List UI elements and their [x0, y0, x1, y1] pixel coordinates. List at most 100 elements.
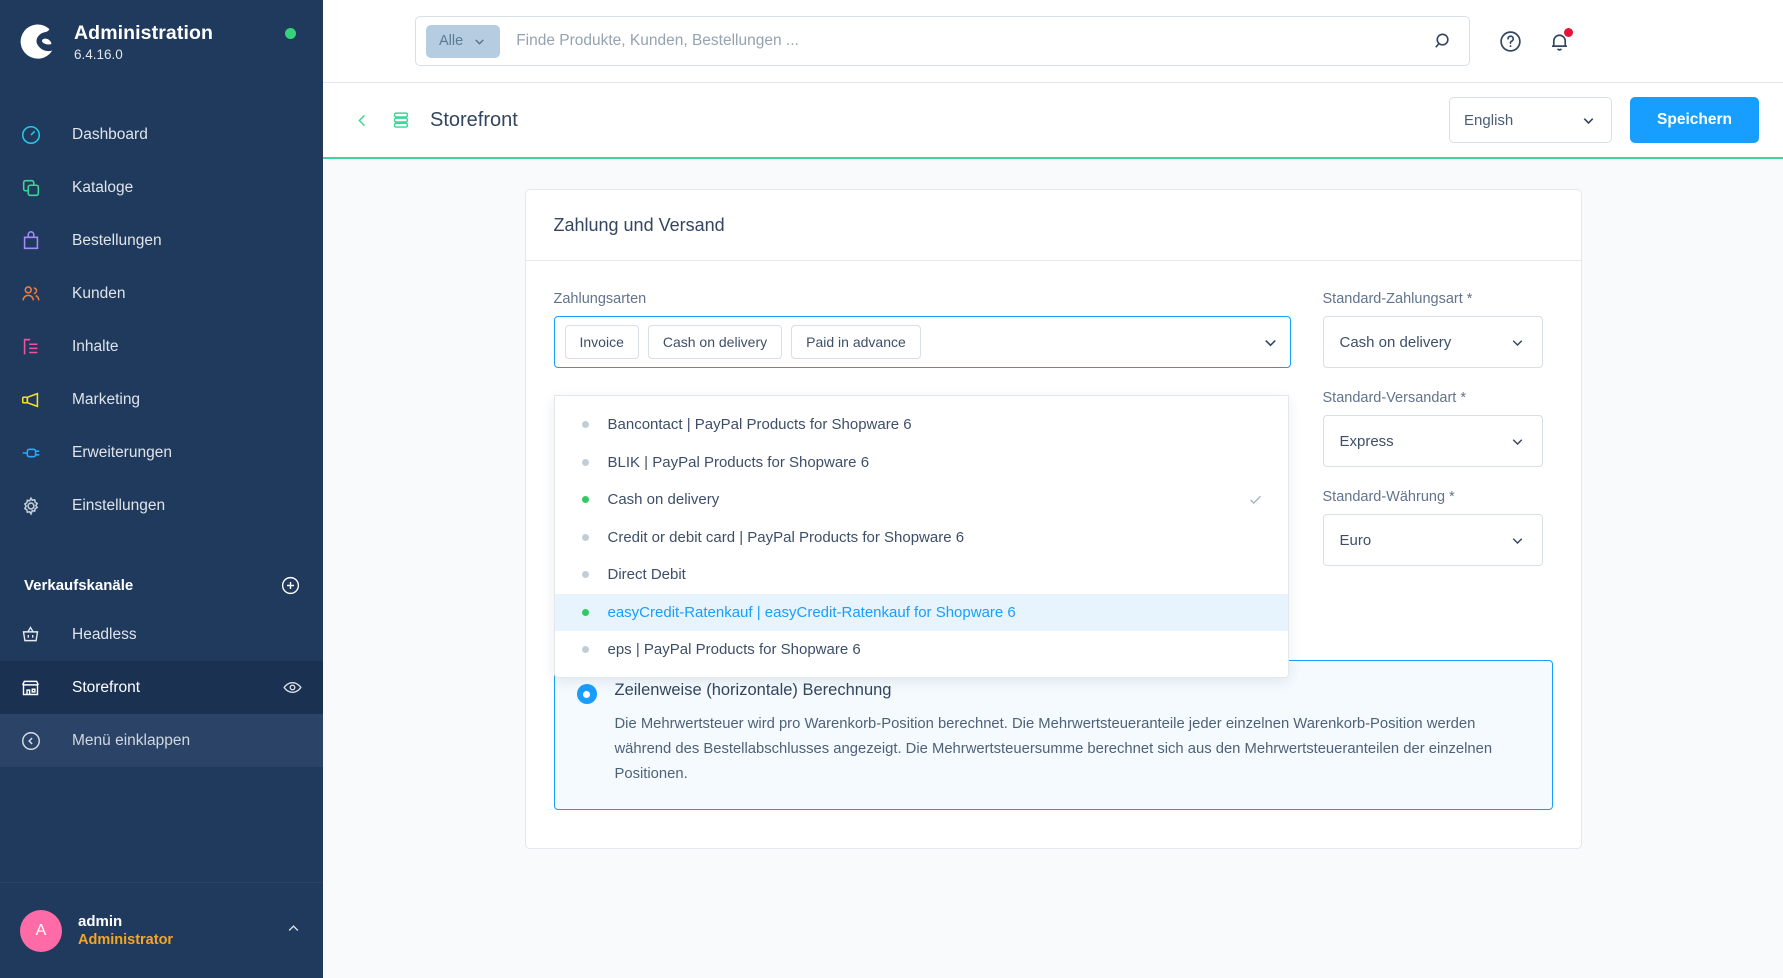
sidebar-item-dashboard[interactable]: Dashboard [0, 108, 323, 161]
chevron-down-icon [1509, 532, 1526, 549]
default-currency-select[interactable]: Euro [1322, 514, 1543, 566]
sidebar-item-headless[interactable]: Headless [0, 608, 323, 661]
status-dot-active-icon [581, 608, 589, 616]
eye-icon[interactable] [282, 677, 303, 698]
language-value: English [1464, 111, 1514, 129]
collapse-menu-button[interactable]: Menü einklappen [0, 714, 323, 767]
dropdown-option[interactable]: Direct Debit [555, 556, 1288, 594]
chevron-down-icon [472, 34, 487, 49]
main-navigation: Dashboard Kataloge Bestellungen Kunden I… [0, 108, 323, 532]
chevron-down-icon[interactable] [1261, 333, 1280, 352]
user-meta: admin Administrator [78, 913, 173, 948]
default-currency-label: Standard-Währung * [1322, 489, 1455, 505]
sidebar-item-label: Marketing [72, 390, 141, 408]
default-shipping-label: Standard-Versandart * [1322, 390, 1466, 406]
save-button[interactable]: Speichern [1630, 97, 1759, 143]
selected-tag[interactable]: Invoice [564, 325, 639, 359]
dropdown-option[interactable]: Credit or debit card | PayPal Products f… [555, 519, 1288, 557]
field-columns: Zahlungsarten Invoice Cash on delivery P… [553, 291, 1553, 678]
tax-option-title: Zeilenweise (horizontale) Berechnung [614, 681, 892, 699]
search-input[interactable] [516, 32, 1432, 50]
dropdown-option[interactable]: Bancontact | PayPal Products for Shopwar… [555, 406, 1288, 444]
default-payment-select[interactable]: Cash on delivery [1322, 316, 1543, 368]
content-document-icon [20, 336, 56, 358]
radio-selected-icon[interactable] [576, 684, 597, 704]
dropdown-option-highlighted[interactable]: easyCredit-Ratenkauf | easyCredit-Ratenk… [554, 593, 1288, 631]
chevron-down-icon [1509, 433, 1526, 450]
default-shipping-select[interactable]: Express [1322, 415, 1543, 467]
sidebar-item-kataloge[interactable]: Kataloge [0, 161, 323, 214]
dropdown-option-label: Cash on delivery [607, 491, 720, 509]
app-version: 6.4.16.0 [74, 47, 123, 62]
sidebar-item-label: Kataloge [72, 178, 134, 196]
sidebar-item-label: Kunden [72, 284, 126, 302]
dropdown-option-label: Credit or debit card | PayPal Products f… [607, 528, 965, 546]
page-header: Storefront English Speichern [323, 83, 1783, 159]
user-menu[interactable]: A admin Administrator [0, 882, 323, 978]
dashboard-gauge-icon [20, 124, 56, 146]
chevron-left-circle-icon [20, 730, 56, 752]
chevron-down-icon [1509, 334, 1526, 351]
user-role: Administrator [78, 932, 174, 948]
sidebar-item-einstellungen[interactable]: Einstellungen [0, 479, 323, 532]
storefront-shop-icon [20, 677, 56, 698]
chevron-down-icon [1580, 112, 1597, 129]
sidebar-item-inhalte[interactable]: Inhalte [0, 320, 323, 373]
sidebar-item-marketing[interactable]: Marketing [0, 373, 323, 426]
sidebar: Administration 6.4.16.0 Dashboard Katalo… [0, 0, 323, 978]
tax-option-text: Zeilenweise (horizontale) Berechnung Die… [615, 681, 1515, 787]
sidebar-header: Administration 6.4.16.0 [0, 0, 323, 92]
sidebar-item-storefront[interactable]: Storefront [0, 661, 323, 714]
chevron-left-icon[interactable] [353, 111, 372, 130]
sales-channels-title: Verkaufskanäle [24, 576, 134, 594]
card-title: Zahlung und Versand [553, 215, 725, 235]
avatar: A [20, 909, 62, 952]
plus-circle-icon[interactable] [280, 575, 301, 596]
language-select[interactable]: English [1449, 97, 1613, 143]
default-payment-value: Cash on delivery [1339, 333, 1452, 351]
sales-channel-stack-icon [390, 109, 412, 131]
status-dot-inactive-icon [581, 421, 589, 429]
sidebar-item-label: Storefront [72, 678, 141, 696]
orders-bag-icon [20, 230, 56, 252]
selected-tag[interactable]: Paid in advance [791, 325, 921, 359]
sidebar-item-erweiterungen[interactable]: Erweiterungen [0, 426, 323, 479]
status-dot-inactive-icon [581, 646, 589, 654]
sidebar-item-bestellungen[interactable]: Bestellungen [0, 214, 323, 267]
tax-option-horizontal[interactable]: Zeilenweise (horizontale) Berechnung Die… [553, 660, 1553, 810]
sidebar-item-label: Headless [72, 625, 137, 643]
sales-channels-header: Verkaufskanäle [0, 562, 323, 608]
bell-icon[interactable] [1547, 27, 1573, 54]
main-area: Alle Finde Produkte, Kunden, Bestellunge… [323, 0, 1783, 978]
global-search: Alle [415, 16, 1470, 66]
search-icon[interactable] [1432, 30, 1455, 53]
topbar-icons [1498, 27, 1573, 54]
dropdown-option[interactable]: eps | PayPal Products for Shopware 6 [555, 631, 1288, 669]
search-scope-label: Alle [439, 33, 464, 49]
status-dot-inactive-icon [581, 571, 589, 579]
payment-methods-multiselect[interactable]: Invoice Cash on delivery Paid in advance [553, 316, 1291, 368]
dropdown-option-label: BLIK | PayPal Products for Shopware 6 [607, 453, 870, 471]
card-header: Zahlung und Versand [525, 190, 1581, 261]
status-dot-inactive-icon [581, 533, 589, 541]
sidebar-item-label: Bestellungen [72, 231, 162, 249]
notification-badge [1564, 27, 1573, 37]
payment-methods-label: Zahlungsarten [553, 291, 647, 307]
chevron-up-icon[interactable] [284, 919, 303, 943]
selected-tag[interactable]: Cash on delivery [647, 325, 783, 359]
dropdown-option[interactable]: BLIK | PayPal Products for Shopware 6 [555, 444, 1288, 482]
payment-methods-dropdown: Bancontact | PayPal Products for Shopwar… [553, 395, 1289, 678]
dropdown-option[interactable]: Cash on delivery [555, 481, 1288, 519]
content-scroll: Zahlung und Versand Zahlungsarten Invoic… [323, 159, 1783, 978]
check-icon [1247, 491, 1264, 508]
search-scope-dropdown[interactable]: Alle [426, 24, 501, 58]
help-circle-icon[interactable] [1498, 29, 1523, 54]
sidebar-item-label: Dashboard [72, 125, 148, 143]
page-title: Storefront [430, 108, 518, 131]
sidebar-item-label: Inhalte [72, 337, 119, 355]
defaults-column: Standard-Zahlungsart * Cash on delivery … [1322, 291, 1553, 588]
user-name: admin [78, 913, 123, 930]
sidebar-item-kunden[interactable]: Kunden [0, 267, 323, 320]
dropdown-option-label: eps | PayPal Products for Shopware 6 [607, 641, 861, 659]
dropdown-option-label: Direct Debit [607, 566, 686, 584]
